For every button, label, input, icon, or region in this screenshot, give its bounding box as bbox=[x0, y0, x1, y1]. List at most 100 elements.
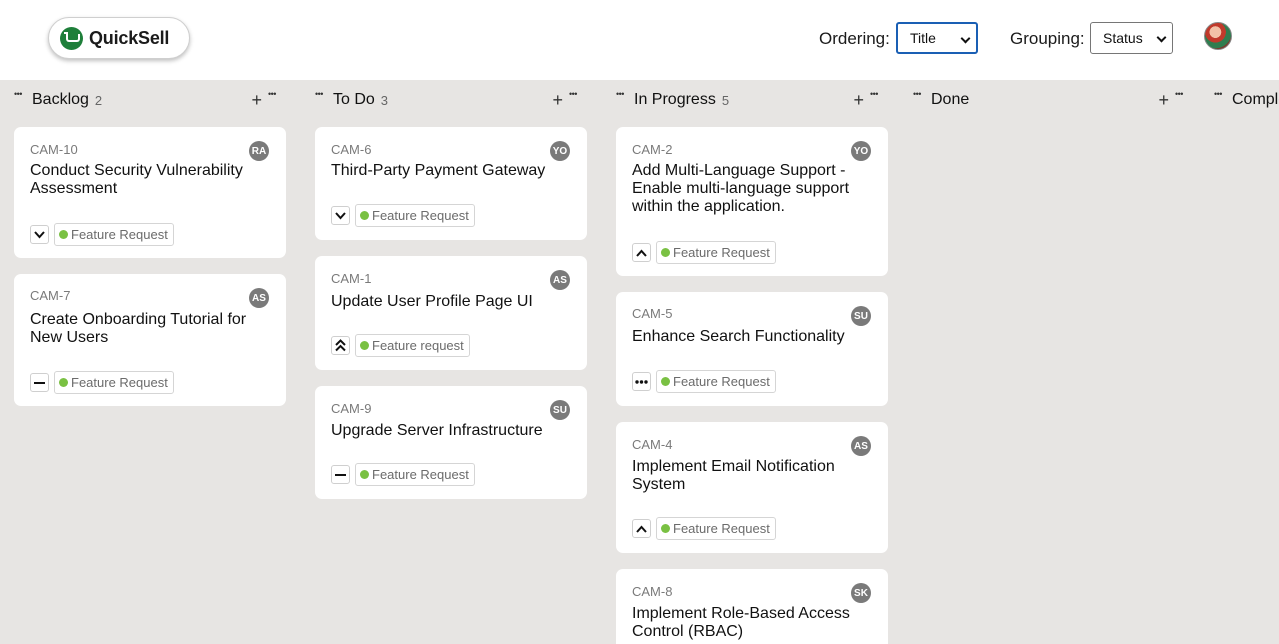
column-title: To Do bbox=[333, 91, 375, 108]
column-header: Backlog 2 + bbox=[14, 89, 286, 110]
column-menu-icon[interactable] bbox=[14, 89, 28, 102]
column-title: In Progress bbox=[634, 91, 716, 108]
top-bar: QuickSell Ordering: Title Grouping: Stat… bbox=[0, 0, 1279, 80]
tag-label: Feature Request bbox=[673, 245, 770, 260]
feature-tag: Feature request bbox=[355, 334, 470, 357]
column-menu-icon[interactable] bbox=[315, 89, 329, 102]
column-title: Done bbox=[931, 91, 970, 108]
tag-dot-icon bbox=[360, 341, 369, 350]
user-avatar: YO bbox=[550, 141, 570, 161]
column-count: 5 bbox=[721, 92, 730, 108]
add-icon[interactable]: + bbox=[853, 91, 864, 109]
ticket-id: CAM-5 bbox=[632, 306, 673, 321]
ticket-id: CAM-2 bbox=[632, 142, 673, 157]
column-count: 2 bbox=[94, 92, 103, 108]
ticket-id: CAM-8 bbox=[632, 584, 673, 599]
tag-label: Feature Request bbox=[673, 521, 770, 536]
ticket-card[interactable]: CAM-5 SU Enhance Search Functionality Fe… bbox=[616, 292, 888, 406]
column-todo: To Do 3 + CAM-6 YO Third-Party Payment G… bbox=[315, 80, 587, 644]
user-avatar: SU bbox=[851, 306, 871, 326]
ticket-id: CAM-7 bbox=[30, 288, 71, 303]
column-menu-icon[interactable] bbox=[1214, 89, 1228, 102]
ticket-card[interactable]: CAM-2 YO Add Multi-Language Support - En… bbox=[616, 127, 888, 276]
column-title: Backlog bbox=[32, 91, 89, 108]
column-in-progress: In Progress 5 + CAM-2 YO Add Multi-Langu… bbox=[616, 80, 888, 644]
quicksell-logo[interactable]: QuickSell bbox=[48, 17, 190, 59]
ticket-card[interactable]: CAM-1 AS Update User Profile Page UI Fea… bbox=[315, 256, 587, 370]
chevron-down-icon bbox=[960, 33, 971, 44]
feature-tag: Feature Request bbox=[656, 241, 776, 264]
ticket-id: CAM-9 bbox=[331, 401, 372, 416]
grouping-select[interactable]: Status bbox=[1090, 22, 1173, 54]
add-icon[interactable]: + bbox=[1158, 91, 1169, 109]
feature-tag: Feature Request bbox=[656, 370, 776, 393]
feature-tag: Feature Request bbox=[355, 204, 475, 227]
feature-tag: Feature Request bbox=[54, 223, 174, 246]
priority-medium-icon[interactable] bbox=[632, 372, 651, 391]
user-avatar: AS bbox=[550, 270, 570, 290]
column-completed: Comple bbox=[1214, 80, 1279, 644]
ticket-card[interactable]: CAM-4 AS Implement Email Notification Sy… bbox=[616, 422, 888, 553]
ticket-title: Enhance Search Functionality bbox=[632, 328, 845, 345]
tag-dot-icon bbox=[360, 211, 369, 220]
grouping-label: Grouping: bbox=[1010, 29, 1085, 48]
cart-logo-icon bbox=[60, 26, 83, 50]
ordering-select[interactable]: Title bbox=[896, 22, 978, 54]
priority-low-icon[interactable] bbox=[331, 206, 350, 225]
priority-none-icon[interactable] bbox=[331, 465, 350, 484]
tag-label: Feature request bbox=[372, 338, 464, 353]
ticket-id: CAM-1 bbox=[331, 271, 372, 286]
column-title: Comple bbox=[1232, 91, 1279, 108]
priority-high-icon[interactable] bbox=[632, 519, 651, 538]
ticket-card[interactable]: CAM-7 AS Create Onboarding Tutorial for … bbox=[14, 274, 286, 406]
more-icon[interactable] bbox=[870, 89, 884, 102]
ticket-card[interactable]: CAM-6 YO Third-Party Payment Gateway Fea… bbox=[315, 127, 587, 240]
ticket-title: Third-Party Payment Gateway bbox=[331, 162, 546, 179]
ticket-card[interactable]: CAM-8 SK Implement Role-Based Access Con… bbox=[616, 569, 888, 644]
ticket-title: Upgrade Server Infrastructure bbox=[331, 422, 543, 439]
more-icon[interactable] bbox=[268, 89, 282, 102]
profile-avatar[interactable] bbox=[1204, 22, 1232, 50]
priority-high-icon[interactable] bbox=[632, 243, 651, 262]
user-avatar: AS bbox=[249, 288, 269, 308]
ticket-title: Create Onboarding Tutorial for New Users bbox=[30, 311, 247, 346]
tag-label: Feature Request bbox=[673, 374, 770, 389]
tag-dot-icon bbox=[661, 524, 670, 533]
priority-low-icon[interactable] bbox=[30, 225, 49, 244]
more-icon[interactable] bbox=[1175, 89, 1189, 102]
column-header: Done + bbox=[913, 89, 1193, 110]
ticket-card[interactable]: CAM-10 RA Conduct Security Vulnerability… bbox=[14, 127, 286, 258]
priority-none-icon[interactable] bbox=[30, 373, 49, 392]
column-count: 3 bbox=[380, 92, 389, 108]
ticket-card[interactable]: CAM-9 SU Upgrade Server Infrastructure F… bbox=[315, 386, 587, 499]
more-icon[interactable] bbox=[569, 89, 583, 102]
tag-label: Feature Request bbox=[372, 467, 469, 482]
ticket-title: Update User Profile Page UI bbox=[331, 293, 533, 310]
ordering-label: Ordering: bbox=[819, 29, 890, 48]
column-done: Done + bbox=[913, 80, 1193, 644]
ticket-title: Implement Role-Based Access Control (RBA… bbox=[632, 605, 850, 640]
user-avatar: YO bbox=[851, 141, 871, 161]
ticket-title: Conduct Security Vulnerability Assessmen… bbox=[30, 162, 243, 197]
tag-dot-icon bbox=[59, 230, 68, 239]
column-backlog: Backlog 2 + CAM-10 RA Conduct Security V… bbox=[14, 80, 286, 644]
tag-dot-icon bbox=[360, 470, 369, 479]
column-menu-icon[interactable] bbox=[616, 89, 630, 102]
feature-tag: Feature Request bbox=[656, 517, 776, 540]
tag-label: Feature Request bbox=[71, 375, 168, 390]
user-avatar: AS bbox=[851, 436, 871, 456]
tag-dot-icon bbox=[661, 377, 670, 386]
feature-tag: Feature Request bbox=[355, 463, 475, 486]
column-header: In Progress 5 + bbox=[616, 89, 888, 110]
feature-tag: Feature Request bbox=[54, 371, 174, 394]
tag-dot-icon bbox=[59, 378, 68, 387]
user-avatar: RA bbox=[249, 141, 269, 161]
ordering-select-value: Title bbox=[910, 30, 936, 46]
add-icon[interactable]: + bbox=[251, 91, 262, 109]
ticket-title: Add Multi-Language Support - Enable mult… bbox=[632, 162, 850, 215]
priority-urgent-icon[interactable] bbox=[331, 336, 350, 355]
column-menu-icon[interactable] bbox=[913, 89, 927, 102]
add-icon[interactable]: + bbox=[552, 91, 563, 109]
ticket-title: Implement Email Notification System bbox=[632, 458, 835, 493]
column-header: Comple bbox=[1214, 89, 1279, 110]
